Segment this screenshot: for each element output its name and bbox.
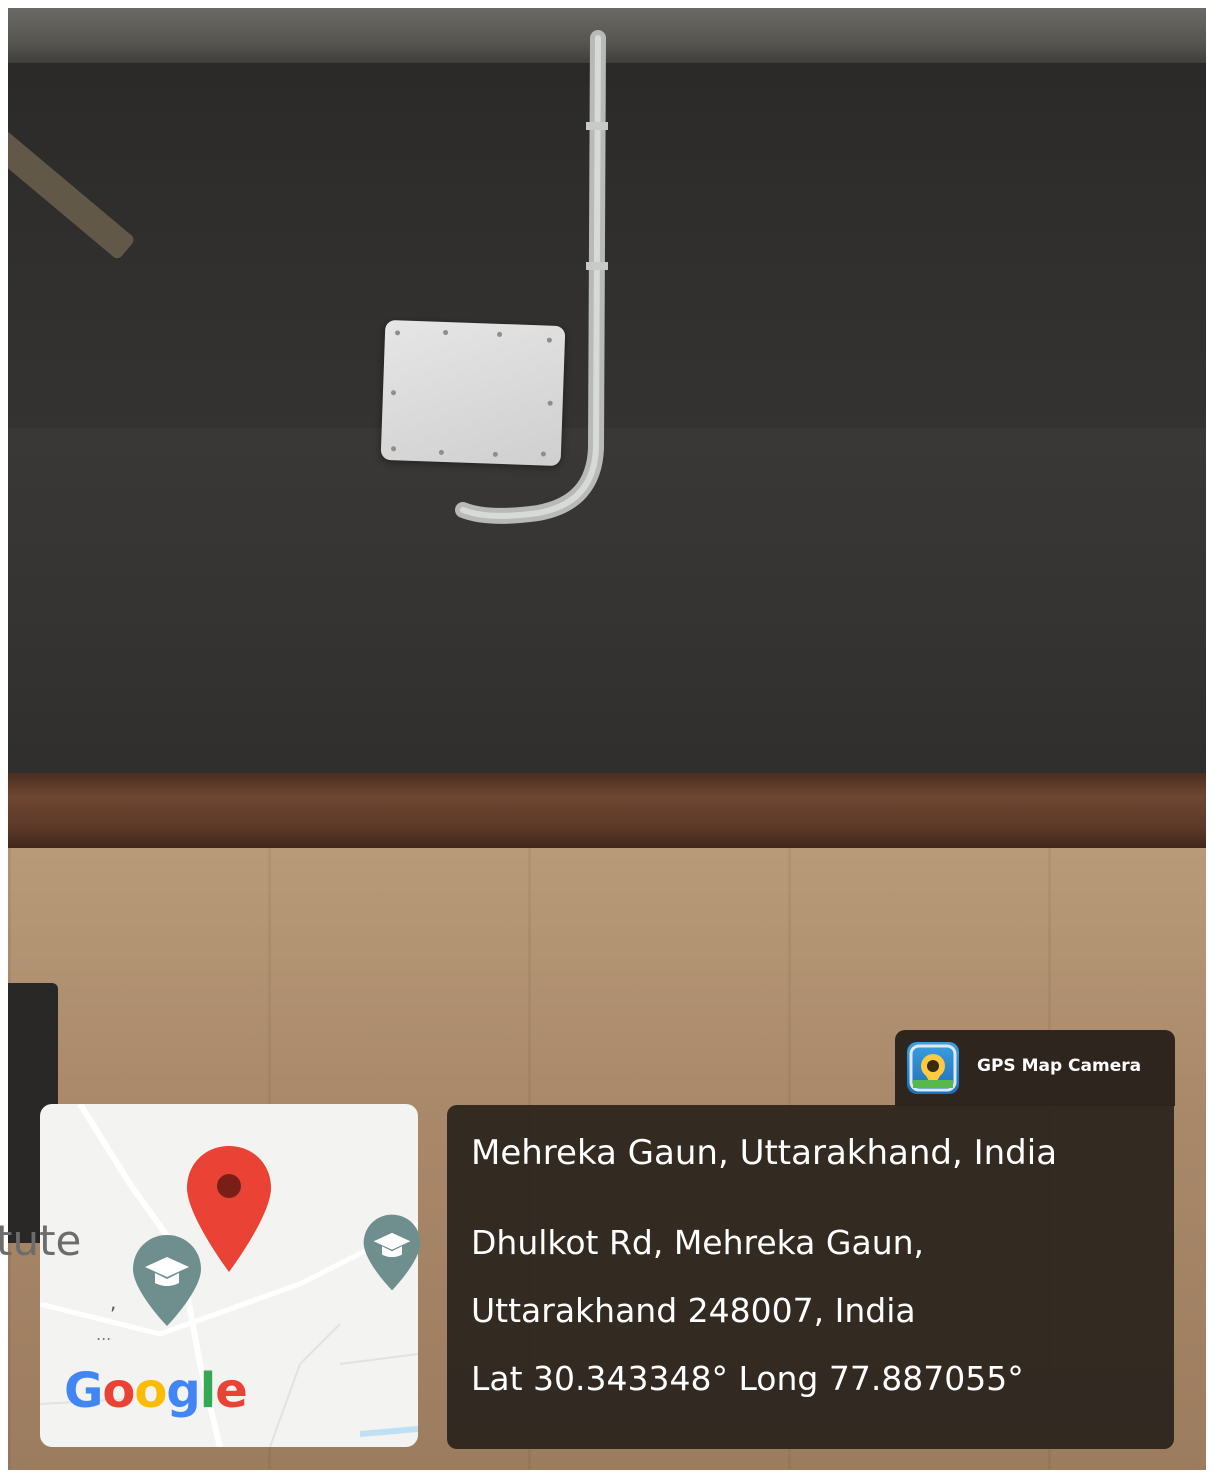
gps-map-camera-icon [907, 1042, 959, 1094]
google-letter: g [166, 1363, 200, 1419]
google-letter: e [215, 1363, 248, 1419]
google-letter: G [64, 1363, 103, 1419]
google-letter: o [102, 1363, 135, 1419]
screw [394, 330, 401, 336]
google-letter: o [134, 1363, 167, 1419]
screw [443, 329, 449, 336]
address-line-2: Uttarakhand 248007, India [471, 1291, 916, 1330]
place-title: Mehreka Gaun, Uttarakhand, India [471, 1133, 1058, 1173]
address-line-1: Dhulkot Rd, Mehreka Gaun, [471, 1223, 925, 1262]
screw [540, 451, 546, 457]
school-icon [363, 1214, 421, 1291]
school-icon [133, 1235, 201, 1326]
app-name: GPS Map Camera [977, 1056, 1142, 1076]
map-dots-mark: ... [96, 1325, 112, 1344]
screw [546, 337, 552, 343]
white-device-box [380, 319, 566, 467]
coordinates: Lat 30.343348° Long 77.887055° [471, 1359, 1024, 1398]
location-info-panel: Mehreka Gaun, Uttarakhand, India Dhulkot… [447, 1105, 1174, 1449]
google-logo: Google [64, 1363, 248, 1419]
map-place-label: tute [0, 1216, 82, 1265]
screw [390, 446, 397, 452]
app-badge: GPS Map Camera [895, 1030, 1175, 1106]
map-comma-mark: , [110, 1290, 117, 1314]
screw [496, 331, 503, 337]
google-letter: l [199, 1363, 216, 1419]
screw [390, 390, 397, 396]
screw [492, 451, 498, 457]
cable-conduit [455, 30, 608, 524]
screw [438, 449, 444, 456]
screw [547, 400, 553, 406]
